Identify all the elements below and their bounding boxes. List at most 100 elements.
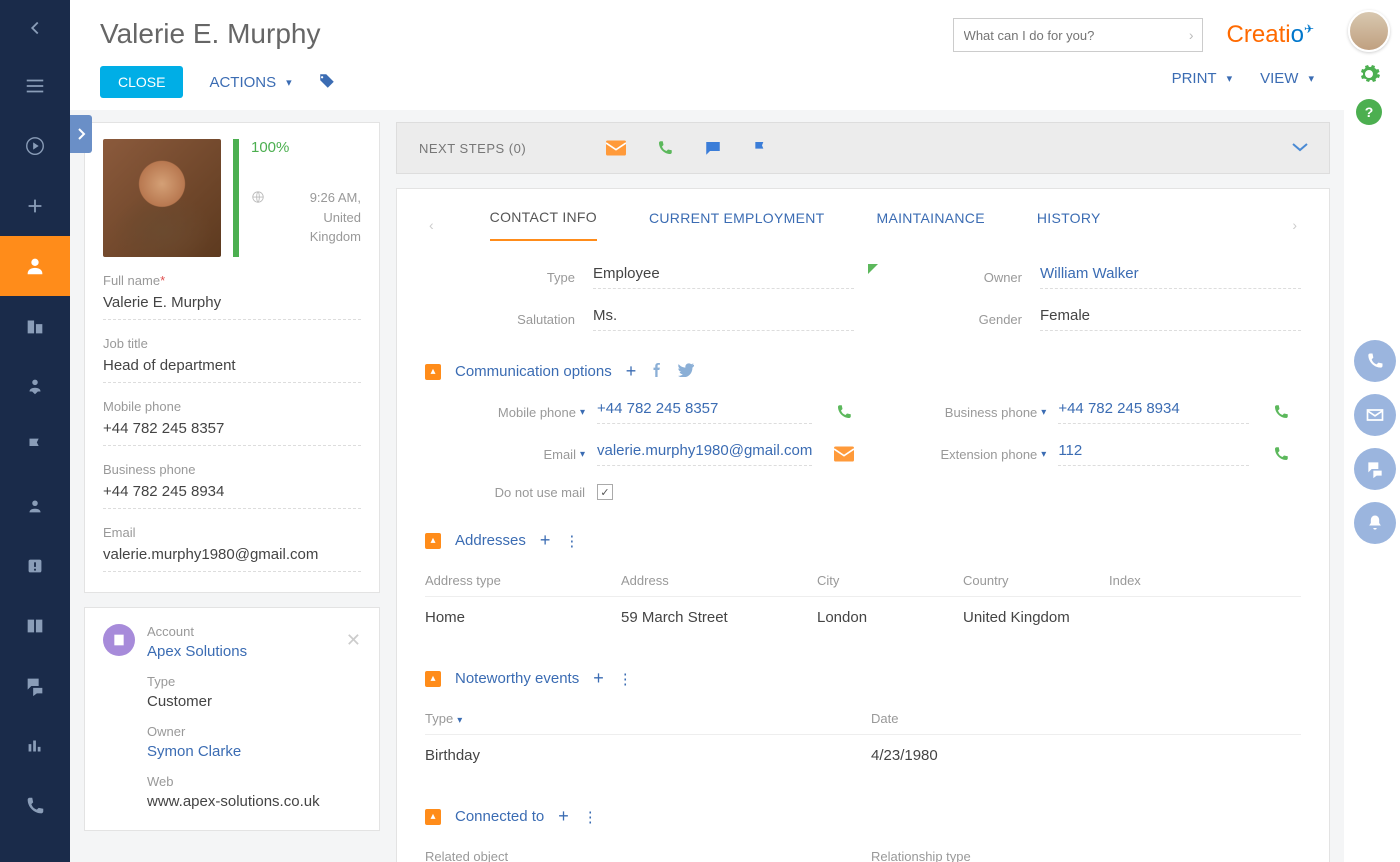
- fab-phone-icon[interactable]: [1354, 340, 1396, 382]
- nav-calls-icon[interactable]: [0, 776, 70, 836]
- dnm-checkbox[interactable]: ✓: [597, 484, 613, 500]
- account-type-value: Customer: [147, 689, 361, 710]
- nav-user2-icon[interactable]: [0, 476, 70, 536]
- nav-alert-icon[interactable]: [0, 536, 70, 596]
- tab-current-employment[interactable]: CURRENT EMPLOYMENT: [649, 210, 825, 240]
- comm-collapse-icon[interactable]: ▴: [425, 364, 441, 380]
- nav-flag-icon[interactable]: [0, 416, 70, 476]
- tab-history[interactable]: HISTORY: [1037, 210, 1101, 240]
- comm-mobile-value[interactable]: +44 782 245 8357: [597, 400, 812, 424]
- email-field[interactable]: valerie.murphy1980@gmail.com: [103, 540, 361, 572]
- account-icon: [103, 624, 135, 656]
- tag-icon[interactable]: [318, 72, 336, 93]
- evt-menu-icon[interactable]: ⋮: [618, 670, 633, 688]
- facebook-icon[interactable]: [650, 363, 664, 381]
- fab-bell-icon[interactable]: [1354, 502, 1396, 544]
- salutation-value[interactable]: Ms.: [593, 307, 854, 331]
- search-chevron-icon[interactable]: ›: [1189, 27, 1194, 43]
- account-name-link[interactable]: Apex Solutions: [147, 639, 247, 660]
- nav-add-icon[interactable]: [0, 176, 70, 236]
- fab-mail-icon[interactable]: [1354, 394, 1396, 436]
- evt-table-row[interactable]: Birthday 4/23/1980: [425, 735, 1301, 776]
- tab-contact-info[interactable]: CONTACT INFO: [490, 209, 597, 241]
- comm-ext-label[interactable]: Extension phone▾: [876, 447, 1046, 462]
- account-card: Account Apex Solutions ✕ Type Customer O…: [84, 607, 380, 831]
- comm-email-value[interactable]: valerie.murphy1980@gmail.com: [597, 442, 812, 466]
- close-button[interactable]: CLOSE: [100, 66, 183, 98]
- addr-section-title: Addresses: [455, 532, 526, 549]
- ns-email-icon[interactable]: [606, 140, 626, 156]
- conn-add-icon[interactable]: +: [558, 806, 569, 827]
- settings-gear-icon[interactable]: [1357, 62, 1381, 89]
- twitter-icon[interactable]: [678, 363, 694, 381]
- conn-menu-icon[interactable]: ⋮: [583, 808, 598, 826]
- help-icon[interactable]: ?: [1356, 99, 1382, 125]
- comm-mobile-label[interactable]: Mobile phone▾: [425, 405, 585, 420]
- account-web-value: www.apex-solutions.co.uk: [147, 789, 361, 810]
- comm-add-icon[interactable]: +: [626, 361, 637, 382]
- owner-link[interactable]: William Walker: [1040, 265, 1301, 289]
- actions-menu[interactable]: ACTIONS: [209, 74, 291, 91]
- next-steps-title: NEXT STEPS (0): [419, 141, 526, 156]
- print-menu[interactable]: PRINT: [1172, 70, 1233, 87]
- nav-dashboards-icon[interactable]: [0, 716, 70, 776]
- nav-accounts-icon[interactable]: [0, 296, 70, 356]
- detail-card: ‹ CONTACT INFO CURRENT EMPLOYMENT MAINTA…: [396, 188, 1330, 862]
- account-owner-label: Owner: [147, 724, 361, 739]
- nav-leads-icon[interactable]: [0, 356, 70, 416]
- account-label: Account: [147, 624, 247, 639]
- business-field[interactable]: +44 782 245 8934: [103, 477, 361, 509]
- addr-collapse-icon[interactable]: ▴: [425, 533, 441, 549]
- evt-collapse-icon[interactable]: ▴: [425, 671, 441, 687]
- job-title-field[interactable]: Head of department: [103, 351, 361, 383]
- comm-business-label[interactable]: Business phone▾: [876, 405, 1046, 420]
- nav-knowledge-icon[interactable]: [0, 596, 70, 656]
- evt-add-icon[interactable]: +: [593, 668, 604, 689]
- topbar: Valerie E. Murphy CLOSE ACTIONS › Creati…: [70, 0, 1344, 110]
- view-menu[interactable]: VIEW: [1260, 70, 1314, 87]
- ns-call-icon[interactable]: [656, 139, 674, 157]
- conn-section-title: Connected to: [455, 808, 544, 825]
- comm-email-send-icon[interactable]: [824, 446, 864, 462]
- comm-business-call-icon[interactable]: [1261, 403, 1301, 421]
- ns-chat-icon[interactable]: [704, 139, 722, 157]
- tab-maintainance[interactable]: MAINTAINANCE: [876, 210, 984, 240]
- conn-collapse-icon[interactable]: ▴: [425, 809, 441, 825]
- mobile-field[interactable]: +44 782 245 8357: [103, 414, 361, 446]
- user-avatar-icon[interactable]: [1348, 10, 1390, 52]
- comm-ext-call-icon[interactable]: [1261, 445, 1301, 463]
- tabs-next-icon[interactable]: ›: [1288, 213, 1301, 237]
- ns-flag-icon[interactable]: [752, 139, 768, 157]
- comm-email-label[interactable]: Email▾: [425, 447, 585, 462]
- nav-menu-icon[interactable]: [0, 56, 70, 116]
- mobile-label: Mobile phone: [103, 399, 361, 414]
- search-input[interactable]: [964, 28, 1172, 43]
- type-value[interactable]: Employee: [593, 265, 854, 289]
- account-owner-link[interactable]: Symon Clarke: [147, 739, 361, 760]
- completeness-bar: [233, 139, 239, 257]
- addr-table-row[interactable]: Home 59 March Street London United Kingd…: [425, 597, 1301, 638]
- profile-card: 100% 9:26 AM,United Kingdom Full name* V…: [84, 122, 380, 593]
- evt-section-title: Noteworthy events: [455, 670, 579, 687]
- tabs-prev-icon[interactable]: ‹: [425, 213, 438, 237]
- addr-add-icon[interactable]: +: [540, 530, 551, 551]
- account-close-icon[interactable]: ✕: [346, 630, 361, 651]
- nav-feed-icon[interactable]: [0, 656, 70, 716]
- search-box[interactable]: ›: [953, 18, 1203, 52]
- nav-play-icon[interactable]: [0, 116, 70, 176]
- comm-mobile-call-icon[interactable]: [824, 403, 864, 421]
- comm-business-value[interactable]: +44 782 245 8934: [1058, 400, 1249, 424]
- full-name-field[interactable]: Valerie E. Murphy: [103, 288, 361, 320]
- profile-photo[interactable]: [103, 139, 221, 257]
- panel-toggle-icon[interactable]: [70, 115, 92, 153]
- addr-menu-icon[interactable]: ⋮: [564, 532, 579, 550]
- comm-section-title: Communication options: [455, 363, 612, 380]
- nav-back-icon[interactable]: [0, 0, 70, 56]
- job-title-label: Job title: [103, 336, 361, 351]
- top-right-widgets: ?: [1348, 10, 1390, 125]
- ns-expand-icon[interactable]: [1291, 140, 1309, 156]
- comm-ext-value[interactable]: 112: [1058, 442, 1249, 466]
- gender-value[interactable]: Female: [1040, 307, 1301, 331]
- fab-feed-icon[interactable]: [1354, 448, 1396, 490]
- nav-contacts-icon[interactable]: [0, 236, 70, 296]
